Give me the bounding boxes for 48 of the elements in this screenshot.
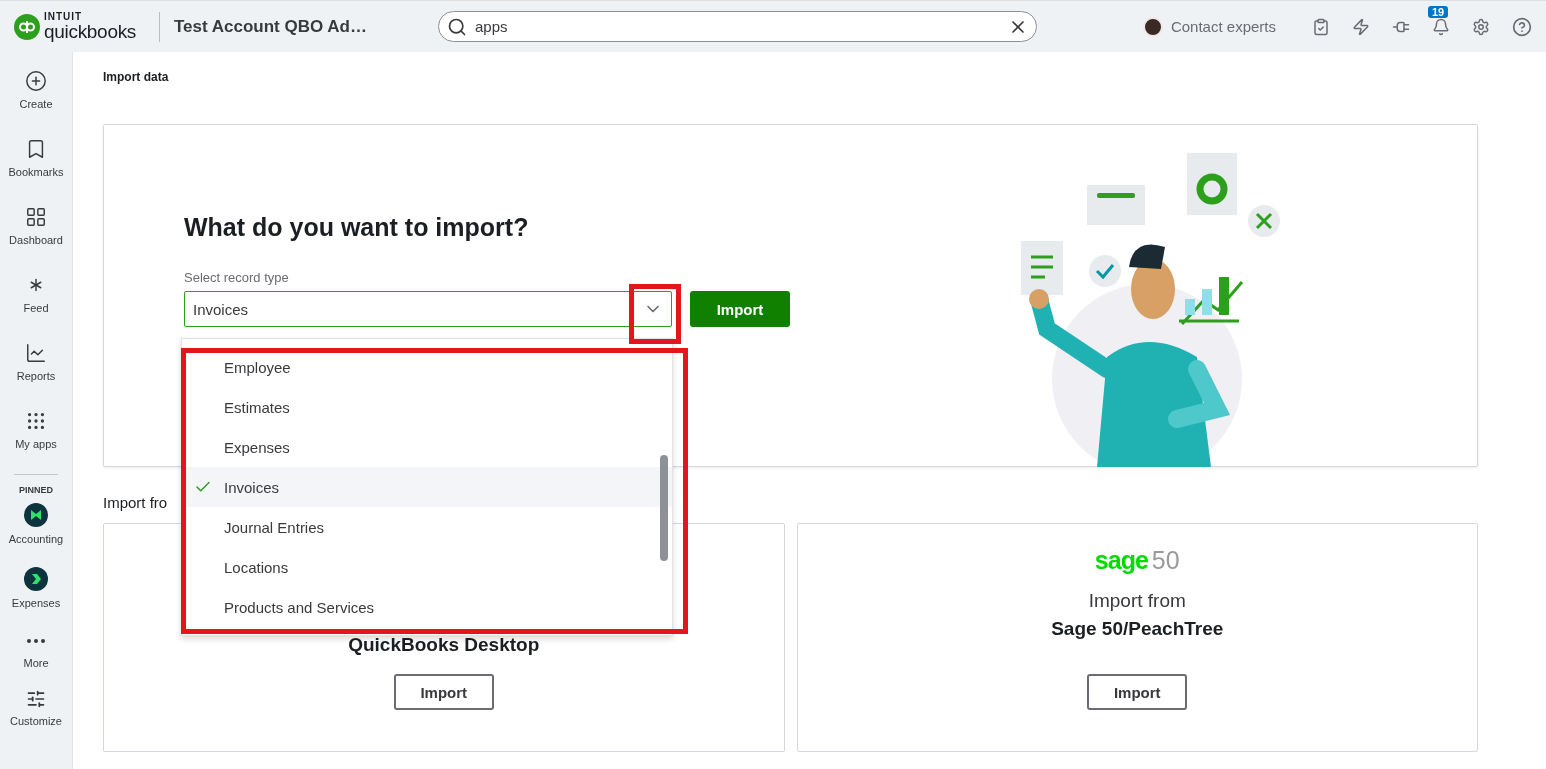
page-title: Import data xyxy=(103,70,170,84)
settings-icon[interactable] xyxy=(1472,17,1490,36)
sidebar-item[interactable]: Feed xyxy=(0,274,72,342)
sidebar-item[interactable]: Bookmarks xyxy=(0,138,72,206)
sidebar-item[interactable]: Expenses xyxy=(0,567,72,631)
search-field[interactable]: apps xyxy=(438,11,1037,42)
contact-experts-link[interactable]: Contact experts xyxy=(1170,18,1276,35)
bell-icon[interactable] xyxy=(1432,17,1450,36)
import-heading: What do you want to import? xyxy=(184,213,530,242)
chevron-app-icon xyxy=(24,567,48,591)
notification-count: 19 xyxy=(1428,5,1449,18)
highlight-frame xyxy=(629,284,681,344)
more-icon xyxy=(27,639,45,643)
record-type-select[interactable]: Invoices xyxy=(184,291,672,327)
dashboard-icon xyxy=(25,206,47,228)
bowtie-app-icon xyxy=(24,503,48,527)
company-name: Test Account QBO Ad… xyxy=(174,16,368,37)
clipboard-check-icon[interactable] xyxy=(1312,17,1330,36)
apps-grid-icon xyxy=(25,410,47,432)
pinned-heading: PINNED xyxy=(19,485,53,495)
import-button[interactable]: Import xyxy=(1087,674,1188,710)
source-title: QuickBooks Desktop xyxy=(348,634,540,656)
sidebar-item[interactable]: Reports xyxy=(0,342,72,410)
sidebar-item[interactable]: More xyxy=(0,631,72,689)
logo-icon xyxy=(14,13,40,40)
sliders-icon xyxy=(26,689,46,709)
sidebar-item[interactable]: Dashboard xyxy=(0,206,72,274)
lightning-icon[interactable] xyxy=(1352,17,1370,36)
sidebar-item[interactable]: My apps xyxy=(0,410,72,478)
avatar xyxy=(1142,16,1163,37)
create-icon xyxy=(25,70,47,92)
import-button[interactable]: Import xyxy=(393,674,494,710)
search-query[interactable]: apps xyxy=(475,18,1000,35)
chart-icon xyxy=(25,342,47,364)
field-label: Select record type xyxy=(184,270,290,285)
section-heading: Import fro xyxy=(103,494,169,511)
source-subtitle: Import from xyxy=(1088,590,1186,613)
scrollbar-thumb[interactable] xyxy=(660,455,668,561)
brand-name: quickbooks xyxy=(44,22,137,41)
search-icon xyxy=(447,16,467,37)
brand-label: INTUIT xyxy=(44,12,84,22)
import-button[interactable]: Import xyxy=(690,291,790,327)
sidebar-item[interactable]: Create xyxy=(0,70,72,138)
sidebar-item[interactable]: Customize xyxy=(0,689,72,747)
sidebar-item[interactable]: Accounting xyxy=(0,503,72,567)
source-title: Sage 50/PeachTree xyxy=(1051,618,1224,640)
help-icon[interactable] xyxy=(1512,16,1532,37)
sage-logo: sage 50 xyxy=(1094,546,1180,576)
